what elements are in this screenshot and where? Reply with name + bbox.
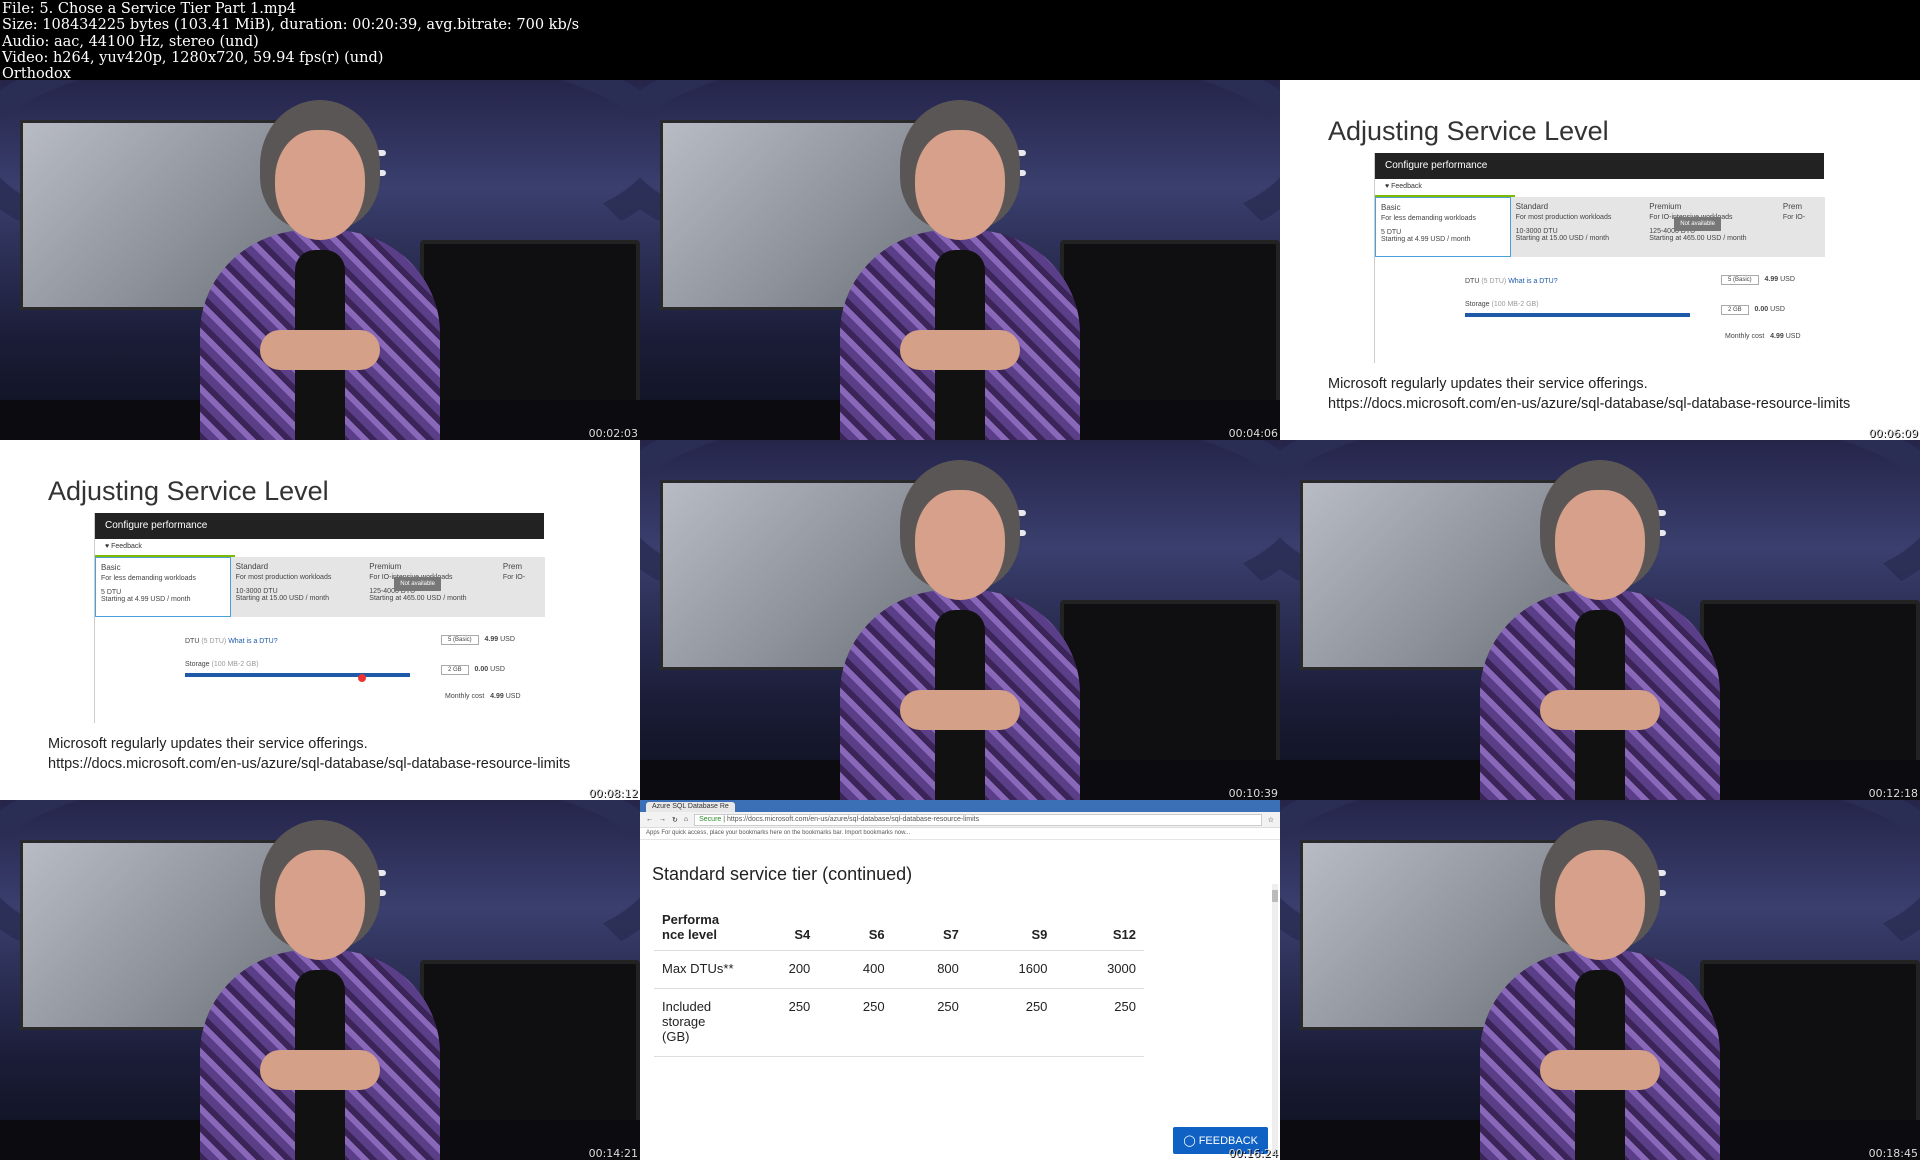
slide-title: Adjusting Service Level xyxy=(1328,116,1609,146)
presenter xyxy=(1480,460,1720,800)
file-size: Size: 108434225 bytes (103.41 MiB), dura… xyxy=(2,17,580,34)
performance-table: Performa nce level S4 S6 S7 S9 S12 Max D… xyxy=(654,904,1144,1057)
timestamp: 00:18:45 xyxy=(1868,1147,1918,1160)
timestamp: 00:16:24 xyxy=(1228,1147,1278,1160)
slide-url: https://docs.microsoft.com/en-us/azure/s… xyxy=(1328,396,1851,412)
frame-4[interactable]: Adjusting Service Level Configure perfor… xyxy=(0,440,640,800)
timestamp: 00:12:18 xyxy=(1868,787,1918,800)
reload-icon[interactable]: ↻ xyxy=(672,816,678,824)
dtu-row: DTU (5 DTU) What is a DTU? xyxy=(185,638,278,645)
dtu-row: DTU (5 DTU) What is a DTU? xyxy=(1465,278,1558,285)
slide: Adjusting Service Level Configure perfor… xyxy=(0,440,640,800)
address-bar[interactable]: Secure | https://docs.microsoft.com/en-u… xyxy=(694,813,1262,826)
tier-premium: PremiumFor IO-intensive workloads125-400… xyxy=(364,557,498,617)
frame-7[interactable]: 00:14:21 xyxy=(0,800,640,1160)
star-icon[interactable]: ☆ xyxy=(1268,816,1274,824)
studio-scene xyxy=(0,800,640,1160)
timestamp: 00:06:09 xyxy=(1868,427,1918,440)
timestamp: 00:02:03 xyxy=(588,427,638,440)
tier-standard: Standard For most production workloads 10-… xyxy=(1510,197,1645,257)
storage-row: Storage (100 MB-2 GB) xyxy=(185,661,259,668)
timestamp: 00:10:39 xyxy=(1228,787,1278,800)
slide-text: Microsoft regularly updates their servic… xyxy=(48,736,368,752)
monthly-cost: Monthly cost 4.99 USD xyxy=(445,693,521,700)
audio-info: Audio: aac, 44100 Hz, stereo (und) xyxy=(2,33,259,50)
tier-basic: Basic For less demanding workloads 5 DTU St… xyxy=(1375,197,1511,257)
studio-scene xyxy=(0,80,640,440)
back-icon[interactable]: ← xyxy=(646,816,653,823)
docs-page: Standard service tier (continued) Perfor… xyxy=(640,840,1280,1160)
presenter xyxy=(200,820,440,1160)
section-heading: Standard service tier (continued) xyxy=(652,864,913,884)
timestamp: 00:14:21 xyxy=(588,1147,638,1160)
home-icon[interactable]: ⌂ xyxy=(684,816,688,823)
monthly-cost: Monthly cost 4.99 USD xyxy=(1725,333,1801,340)
frame-8[interactable]: Azure SQL Database Re ← → ↻ ⌂ Secure | h… xyxy=(640,800,1280,1160)
table-header: Performa nce level xyxy=(654,904,744,951)
configure-performance-panel: Configure performance ♥ Feedback Basic Fo… xyxy=(94,513,546,723)
scrollbar[interactable] xyxy=(1272,884,1278,1154)
tier-basic: Basic For less demanding workloads 5 DTU St… xyxy=(95,557,231,617)
frame-5[interactable]: 00:10:39 xyxy=(640,440,1280,800)
timestamp: 00:04:06 xyxy=(1228,427,1278,440)
frame-1[interactable]: 00:02:03 xyxy=(0,80,640,440)
frame-2[interactable]: 00:04:06 xyxy=(640,80,1280,440)
slide-url: https://docs.microsoft.com/en-us/azure/s… xyxy=(48,756,571,772)
table-header: S7 xyxy=(892,904,967,951)
studio-scene xyxy=(1280,800,1920,1160)
file-name: File: 5. Chose a Service Tier Part 1.mp4 xyxy=(2,1,297,17)
tier-premium-rs: Prem For IO- xyxy=(1777,197,1826,257)
frame-3[interactable]: Adjusting Service Level Configure perfor… xyxy=(1280,80,1920,440)
laser-pointer-dot xyxy=(358,674,366,682)
table-header: S6 xyxy=(818,904,893,951)
storage-slider xyxy=(185,673,410,677)
file-metadata: File: 5. Chose a Service Tier Part 1.mp4… xyxy=(0,0,1920,82)
table-header: S4 xyxy=(744,904,819,951)
video-info: Video: h264, yuv420p, 1280x720, 59.94 fp… xyxy=(2,49,384,66)
tier-standard: Standard For most production workloads 10-… xyxy=(230,557,365,617)
studio-scene xyxy=(640,440,1280,800)
browser-tab[interactable]: Azure SQL Database Re xyxy=(646,802,735,812)
tier-premium-rs: Prem For IO- xyxy=(497,557,546,617)
presenter xyxy=(840,460,1080,800)
storage-row: Storage (100 MB-2 GB) xyxy=(1465,301,1539,308)
slide-title: Adjusting Service Level xyxy=(48,476,329,506)
timestamp: 00:08:12 xyxy=(588,787,638,800)
browser-window: Azure SQL Database Re ← → ↻ ⌂ Secure | h… xyxy=(640,800,1280,1160)
presenter xyxy=(1480,820,1720,1160)
forward-icon[interactable]: → xyxy=(659,816,666,823)
storage-slider xyxy=(1465,313,1690,317)
table-row: Max DTUs** 200 400 800 1600 3000 xyxy=(654,950,1144,989)
not-available-badge: Not available xyxy=(1674,217,1721,231)
tier-premium: PremiumFor IO-intensive workloads125-400… xyxy=(1644,197,1778,257)
configure-performance-panel: Configure performance ♥ Feedback Basic Fo… xyxy=(1374,153,1826,363)
not-available-badge: Not available xyxy=(394,577,441,591)
bookmarks-bar: Apps For quick access, place your bookma… xyxy=(640,828,1280,840)
slide: Adjusting Service Level Configure perfor… xyxy=(1280,80,1920,440)
feedback-link: ♥ Feedback xyxy=(1375,179,1515,197)
table-row: Included storage (GB) 250 250 250 250 25… xyxy=(654,988,1144,1057)
panel-header: Configure performance xyxy=(95,513,544,539)
table-header: S9 xyxy=(966,904,1056,951)
slide-text: Microsoft regularly updates their servic… xyxy=(1328,376,1648,392)
panel-header: Configure performance xyxy=(1375,153,1824,179)
lightbulb-icon: ◯ xyxy=(1183,1135,1196,1147)
studio-scene xyxy=(640,80,1280,440)
frame-9[interactable]: 00:18:45 xyxy=(1280,800,1920,1160)
frame-6[interactable]: 00:12:18 xyxy=(1280,440,1920,800)
thumbnail-grid: 00:02:03 00:04:06 Adjusting Service Leve… xyxy=(0,80,1920,1160)
feedback-link: ♥ Feedback xyxy=(95,539,235,557)
table-header: S12 xyxy=(1055,904,1144,951)
presenter xyxy=(200,100,440,440)
studio-scene xyxy=(1280,440,1920,800)
presenter xyxy=(840,100,1080,440)
